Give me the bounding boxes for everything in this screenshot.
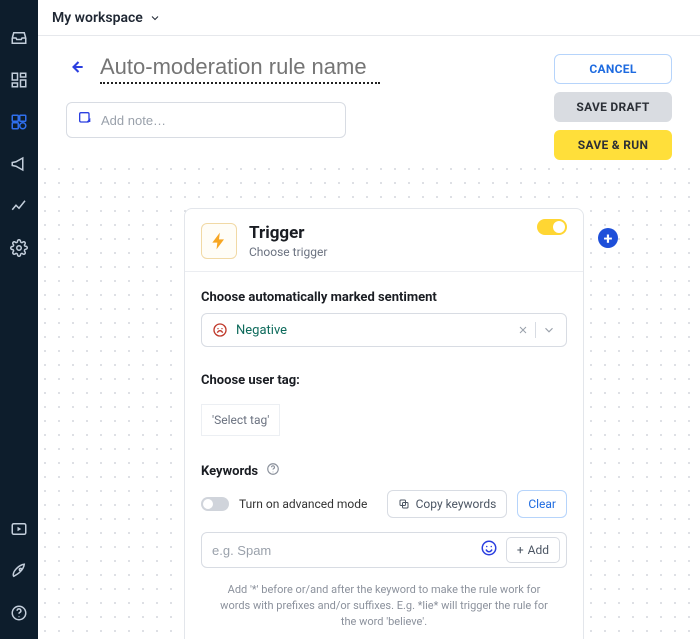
- gear-icon[interactable]: [9, 238, 29, 258]
- canvas: CANCEL SAVE DRAFT SAVE & RUN Trigger Cho…: [38, 36, 700, 639]
- cancel-button[interactable]: CANCEL: [554, 54, 672, 84]
- save-draft-button[interactable]: SAVE DRAFT: [554, 92, 672, 122]
- workspace-label: My workspace: [52, 10, 143, 26]
- add-keyword-label: Add: [528, 543, 549, 557]
- advanced-mode-toggle[interactable]: [201, 497, 229, 511]
- emoji-picker-icon[interactable]: [480, 539, 498, 561]
- chevron-down-icon: [149, 12, 161, 24]
- help-icon[interactable]: [9, 603, 29, 623]
- rule-name-underline: [100, 82, 380, 84]
- rocket-icon[interactable]: [9, 561, 29, 581]
- analytics-icon[interactable]: [9, 196, 29, 216]
- automation-icon[interactable]: [9, 112, 29, 132]
- chevron-down-icon[interactable]: [542, 323, 556, 337]
- workspace-selector[interactable]: My workspace: [52, 10, 161, 26]
- user-tag-select[interactable]: 'Select tag': [201, 404, 280, 436]
- note-icon: [77, 110, 93, 130]
- clear-icon[interactable]: [517, 324, 529, 336]
- add-step-button[interactable]: +: [598, 228, 618, 248]
- negative-sentiment-icon: [212, 322, 228, 338]
- add-keyword-button[interactable]: + Add: [506, 537, 560, 563]
- copy-icon: [398, 498, 410, 510]
- sentiment-select[interactable]: Negative: [201, 313, 567, 347]
- advanced-mode-label: Turn on advanced mode: [239, 497, 377, 511]
- copy-keywords-label: Copy keywords: [416, 497, 497, 511]
- keywords-help-icon[interactable]: [266, 462, 280, 480]
- note-input-wrapper[interactable]: [66, 102, 346, 138]
- divider: [535, 322, 536, 338]
- back-button[interactable]: [66, 57, 86, 81]
- rule-name-input[interactable]: [100, 54, 380, 80]
- trigger-enable-toggle[interactable]: [537, 219, 567, 235]
- left-nav-rail: [0, 0, 38, 639]
- trigger-subtitle: Choose trigger: [249, 245, 327, 259]
- top-bar: My workspace: [38, 0, 700, 36]
- sentiment-label: Choose automatically marked sentiment: [201, 290, 567, 305]
- trigger-card: Trigger Choose trigger Choose automatica…: [184, 208, 584, 639]
- keywords-label: Keywords: [201, 464, 258, 479]
- sentiment-value: Negative: [236, 323, 509, 338]
- main-area: My workspace: [38, 0, 700, 639]
- trigger-title: Trigger: [249, 223, 327, 243]
- save-run-button[interactable]: SAVE & RUN: [554, 130, 672, 160]
- play-window-icon[interactable]: [9, 519, 29, 539]
- note-field[interactable]: [101, 113, 335, 128]
- megaphone-icon[interactable]: [9, 154, 29, 174]
- keywords-hint: Add '*' before or/and after the keyword …: [214, 582, 554, 630]
- user-tag-label: Choose user tag:: [201, 373, 567, 388]
- inbox-icon[interactable]: [9, 28, 29, 48]
- copy-keywords-button[interactable]: Copy keywords: [387, 490, 508, 518]
- clear-keywords-button[interactable]: Clear: [517, 490, 567, 518]
- plus-icon: +: [517, 543, 524, 557]
- dashboard-icon[interactable]: [9, 70, 29, 90]
- lightning-icon: [201, 223, 237, 259]
- keywords-input[interactable]: [212, 543, 472, 558]
